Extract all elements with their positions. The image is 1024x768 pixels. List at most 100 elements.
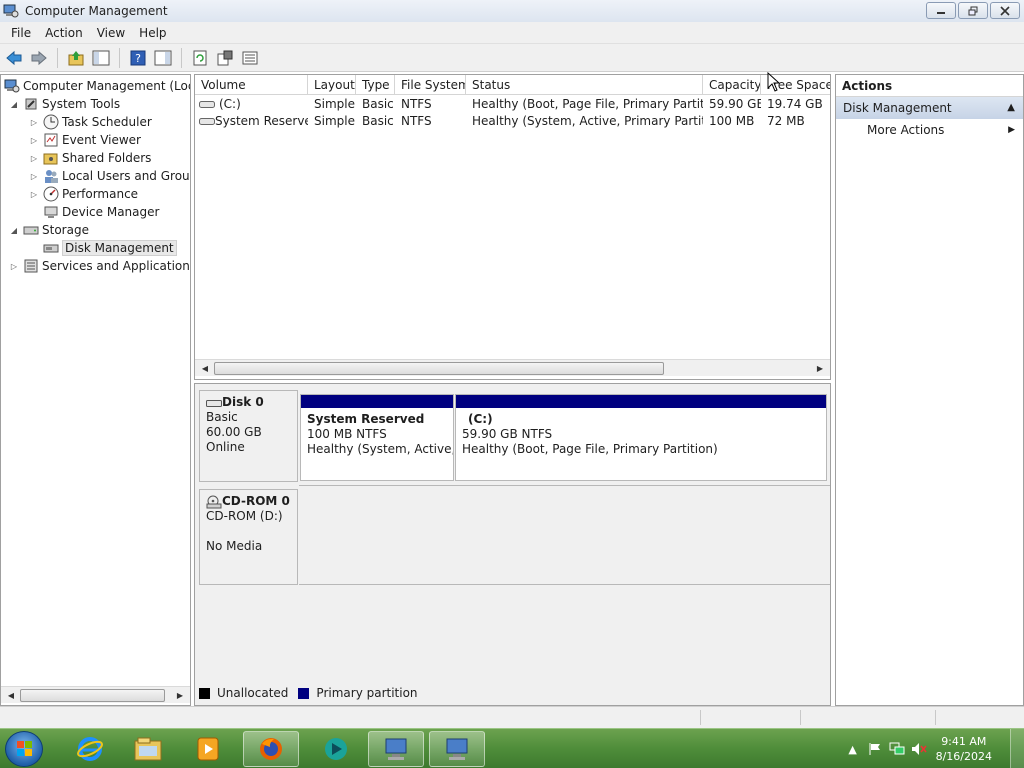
scroll-thumb[interactable] bbox=[214, 362, 664, 375]
column-header-file-system[interactable]: File System bbox=[395, 75, 466, 95]
close-button[interactable] bbox=[990, 2, 1020, 19]
tree-item-performance[interactable]: ▷ Performance bbox=[29, 185, 138, 203]
tree-item-system-tools[interactable]: ◢ System Tools bbox=[9, 95, 120, 113]
menu-file[interactable]: File bbox=[4, 26, 38, 40]
back-button[interactable] bbox=[3, 47, 25, 69]
volume-list-horizontal-scrollbar[interactable]: ◀ ▶ bbox=[195, 359, 830, 376]
tree-item-device-manager[interactable]: Device Manager bbox=[43, 203, 159, 221]
menu-help[interactable]: Help bbox=[132, 26, 173, 40]
volume-list: Volume Layout Type File System Status Ca… bbox=[194, 74, 831, 380]
window-title: Computer Management bbox=[25, 4, 168, 18]
tree-item-shared-folders[interactable]: ▷ Shared Folders bbox=[29, 149, 151, 167]
column-header-layout[interactable]: Layout bbox=[308, 75, 356, 95]
collapsed-arrow-icon[interactable]: ▷ bbox=[9, 262, 19, 271]
disk-0-label[interactable]: Disk 0 Basic 60.00 GB Online bbox=[199, 390, 298, 482]
partition-name: System Reserved bbox=[307, 412, 425, 426]
clock-time: 9:41 AM bbox=[941, 735, 987, 748]
tree-item-storage[interactable]: ◢ Storage bbox=[9, 221, 89, 239]
partition-system-reserved[interactable]: System Reserved 100 MB NTFS Healthy (Sys… bbox=[300, 394, 454, 481]
tree-label-selected: Disk Management bbox=[62, 240, 177, 256]
action-more-actions[interactable]: More Actions ▶ bbox=[836, 119, 1023, 141]
show-hide-action-pane-button[interactable] bbox=[152, 47, 174, 69]
scroll-right-arrow-icon[interactable]: ▶ bbox=[172, 687, 188, 703]
windows-explorer-icon bbox=[134, 737, 162, 761]
minimize-button[interactable] bbox=[926, 2, 956, 19]
title-bar: Computer Management bbox=[0, 0, 1024, 22]
menu-action[interactable]: Action bbox=[38, 26, 90, 40]
disk-icon bbox=[43, 244, 59, 253]
cell-type: Basic bbox=[362, 97, 394, 111]
tree-item-local-users-and-groups[interactable]: ▷ Local Users and Groups bbox=[29, 167, 190, 185]
divider bbox=[299, 584, 830, 585]
collapsed-arrow-icon[interactable]: ▷ bbox=[29, 154, 39, 163]
column-header-volume[interactable]: Volume bbox=[195, 75, 308, 95]
volume-row[interactable]: (C:) Simple Basic NTFS Healthy (Boot, Pa… bbox=[195, 96, 830, 113]
taskbar-media-player[interactable] bbox=[180, 731, 236, 767]
collapse-up-icon[interactable]: ▲ bbox=[1007, 97, 1015, 119]
cdrom-0-label[interactable]: CD-ROM 0 CD-ROM (D:) No Media bbox=[199, 489, 298, 585]
tree-horizontal-scrollbar[interactable]: ◀ ▶ bbox=[1, 686, 190, 703]
storage-icon bbox=[23, 226, 39, 235]
tree-label: Storage bbox=[42, 223, 89, 237]
scroll-right-arrow-icon[interactable]: ▶ bbox=[812, 360, 828, 376]
scroll-left-arrow-icon[interactable]: ◀ bbox=[197, 360, 213, 376]
column-header-status[interactable]: Status bbox=[466, 75, 703, 95]
taskbar-internet-explorer[interactable] bbox=[62, 731, 118, 767]
cdrom-icon bbox=[206, 495, 222, 508]
export-button[interactable] bbox=[239, 47, 261, 69]
show-hide-tree-button[interactable] bbox=[90, 47, 112, 69]
clock-date: 8/16/2024 bbox=[935, 750, 992, 763]
start-button[interactable] bbox=[5, 731, 43, 767]
show-hide-tree-icon bbox=[92, 50, 110, 65]
taskbar-computer-management-2[interactable] bbox=[429, 731, 485, 767]
column-header-type[interactable]: Type bbox=[356, 75, 395, 95]
device-manager-icon bbox=[44, 206, 58, 218]
show-hidden-icons-button[interactable]: ▲ bbox=[845, 741, 861, 757]
expanded-arrow-icon[interactable]: ◢ bbox=[9, 100, 19, 109]
collapsed-arrow-icon[interactable]: ▷ bbox=[29, 136, 39, 145]
volume-row[interactable]: System Reserved Simple Basic NTFS Health… bbox=[195, 113, 830, 130]
actions-section-disk-management[interactable]: Disk Management ▲ bbox=[836, 97, 1023, 119]
forward-button[interactable] bbox=[28, 47, 50, 69]
restore-button[interactable] bbox=[958, 2, 988, 19]
tree-item-task-scheduler[interactable]: ▷ Task Scheduler bbox=[29, 113, 152, 131]
taskbar-windows-explorer[interactable] bbox=[120, 731, 176, 767]
show-desktop-button[interactable] bbox=[1010, 729, 1024, 768]
column-header-capacity[interactable]: Capacity bbox=[703, 75, 761, 95]
partition-name: (C:) bbox=[468, 412, 493, 426]
menu-view[interactable]: View bbox=[90, 26, 132, 40]
partition-c-drive[interactable]: (C:) 59.90 GB NTFS Healthy (Boot, Page F… bbox=[455, 394, 827, 481]
volume-muted-icon[interactable] bbox=[911, 741, 927, 757]
properties-button[interactable] bbox=[214, 47, 236, 69]
clock[interactable]: 9:41 AM 8/16/2024 bbox=[936, 734, 992, 764]
firefox-icon bbox=[260, 738, 282, 760]
taskbar: ▲ 9:41 AM 8/16/2024 bbox=[0, 728, 1024, 768]
tree-item-event-viewer[interactable]: ▷ Event Viewer bbox=[29, 131, 141, 149]
collapsed-arrow-icon[interactable]: ▷ bbox=[29, 190, 39, 199]
tree-label: Services and Applications bbox=[42, 259, 191, 273]
taskbar-computer-management[interactable] bbox=[368, 731, 424, 767]
help-button[interactable]: ? bbox=[127, 47, 149, 69]
network-icon[interactable] bbox=[889, 741, 905, 757]
unallocated-swatch bbox=[199, 687, 210, 699]
taskbar-app[interactable] bbox=[308, 731, 364, 767]
refresh-button[interactable] bbox=[189, 47, 211, 69]
internet-explorer-icon bbox=[77, 737, 103, 761]
tree-item-computer-management[interactable]: Computer Management (Local bbox=[4, 77, 190, 95]
tree-label: Device Manager bbox=[62, 205, 160, 219]
tree-item-services-and-applications[interactable]: ▷ Services and Applications bbox=[9, 257, 191, 275]
action-center-flag-icon[interactable] bbox=[867, 741, 883, 757]
collapsed-arrow-icon[interactable]: ▷ bbox=[29, 118, 39, 127]
cdrom-name: CD-ROM 0 bbox=[222, 494, 290, 508]
primary-partition-bar bbox=[301, 395, 453, 408]
taskbar-firefox[interactable] bbox=[243, 731, 299, 767]
scroll-left-arrow-icon[interactable]: ◀ bbox=[3, 687, 19, 703]
users-icon bbox=[45, 170, 58, 183]
scroll-thumb[interactable] bbox=[20, 689, 165, 702]
cell-volume: System Reserved bbox=[215, 114, 308, 128]
collapsed-arrow-icon[interactable]: ▷ bbox=[29, 172, 39, 181]
expanded-arrow-icon[interactable]: ◢ bbox=[9, 226, 19, 235]
tree-item-disk-management[interactable]: Disk Management bbox=[43, 239, 177, 257]
computer-management-app-icon bbox=[3, 4, 19, 18]
up-button[interactable] bbox=[65, 47, 87, 69]
